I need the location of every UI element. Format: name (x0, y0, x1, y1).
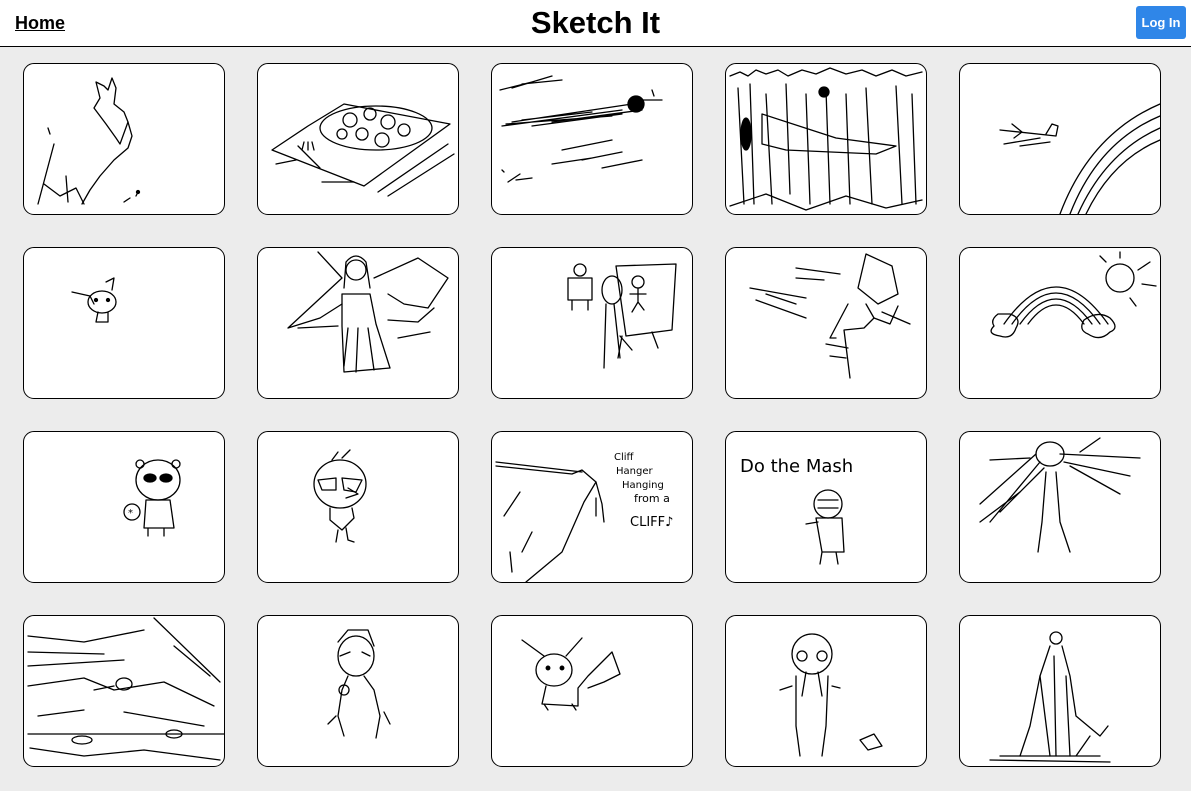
flying-person-sketch (499, 75, 663, 183)
sketch-card[interactable]: Cliff Hanger Hanging from a CLIFF♪ (491, 431, 693, 583)
mash-caption: Do the Mash (740, 456, 853, 477)
sketch-card[interactable] (257, 247, 459, 399)
sketch-card[interactable] (257, 615, 459, 767)
landscape-sketch (27, 617, 224, 761)
sketch-card[interactable]: * (23, 431, 225, 583)
pichu-sketch (71, 277, 117, 323)
sketch-card[interactable] (725, 615, 927, 767)
page-title: Sketch It (530, 5, 661, 40)
sketch-card[interactable] (959, 431, 1161, 583)
top-bar: Home Sketch It Log In (0, 0, 1191, 47)
sketch-card[interactable] (257, 431, 459, 583)
sketch-card[interactable] (491, 63, 693, 215)
sketch-card[interactable] (725, 247, 927, 399)
sketch-card[interactable] (959, 63, 1161, 215)
cliff-caption-4: from a (634, 492, 670, 505)
cliff-caption-3: Hanging (622, 480, 664, 491)
mummy-mash-sketch: Do the Mash (740, 456, 853, 565)
sketch-card[interactable]: Do the Mash (725, 431, 927, 583)
stormy-house-sketch (729, 67, 923, 211)
cliff-caption-5: CLIFF♪ (630, 515, 673, 530)
painter-easel-sketch (567, 263, 677, 369)
sketch-card[interactable] (23, 247, 225, 399)
sketch-card[interactable] (23, 615, 225, 767)
boy-sketch (327, 629, 391, 739)
airplane-rainbow-sketch (999, 103, 1160, 214)
bear-character-sketch: * (123, 459, 181, 537)
pizza-sketch (271, 103, 455, 197)
running-figure-sketch (749, 253, 911, 379)
sketch-card[interactable] (491, 247, 693, 399)
sketch-card[interactable] (725, 63, 927, 215)
dragon-sketch (37, 77, 141, 205)
crying-character-sketch (779, 633, 883, 757)
sketch-card[interactable] (491, 615, 693, 767)
sketch-card[interactable] (23, 63, 225, 215)
rainbow-sun-sketch (990, 251, 1157, 339)
bird-sunglasses-sketch (313, 449, 367, 543)
sketch-grid: * Cliff Hanger Hanging from a CLIFF♪ Do … (23, 63, 1161, 767)
sketch-card[interactable] (959, 247, 1161, 399)
cliff-hanger-sketch: Cliff Hanger Hanging from a CLIFF♪ (495, 452, 673, 582)
svg-text:*: * (128, 508, 133, 519)
bride-sketch (287, 251, 449, 373)
eevee-sketch (521, 637, 621, 711)
cliff-caption-2: Hanger (616, 466, 653, 477)
cloaked-figure-sketch (989, 631, 1111, 763)
login-button[interactable]: Log In (1136, 6, 1186, 39)
sketch-card[interactable] (257, 63, 459, 215)
cliff-caption-1: Cliff (614, 452, 635, 463)
long-hair-girl-sketch (979, 437, 1141, 553)
sketch-card[interactable] (959, 615, 1161, 767)
